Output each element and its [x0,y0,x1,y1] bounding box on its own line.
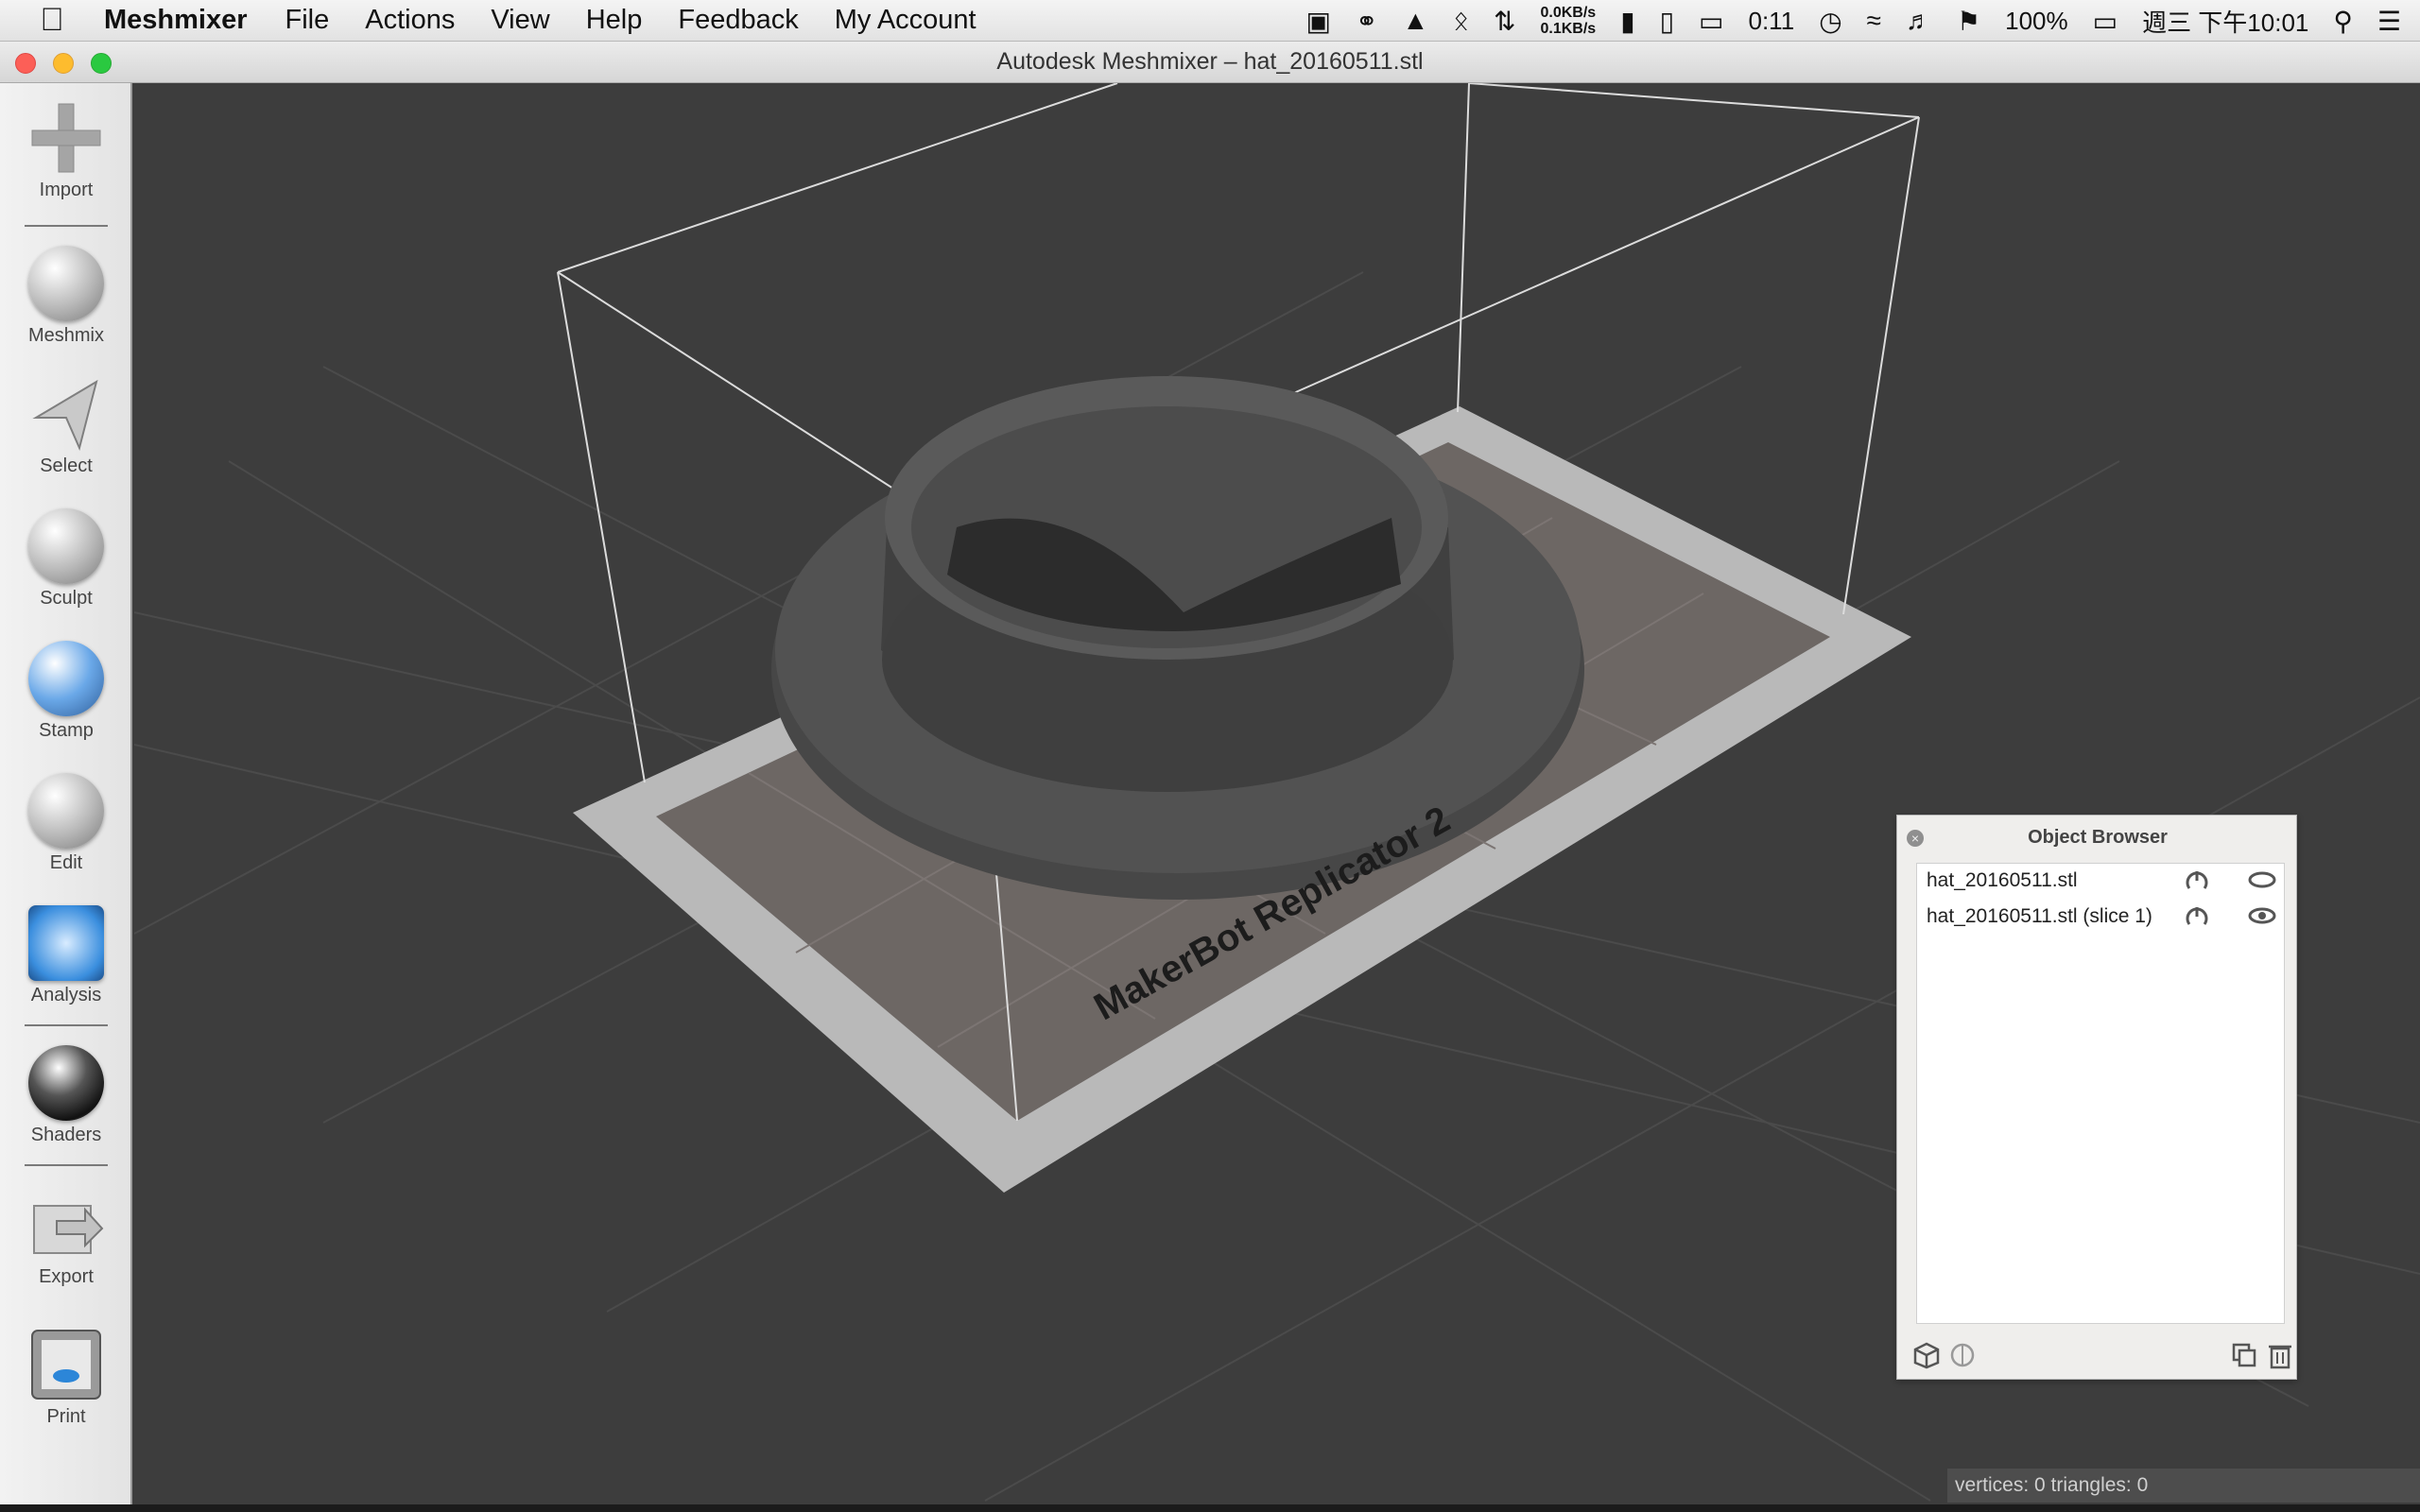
object-name: hat_20160511.stl (slice 1) [1927,905,2152,927]
tool-print[interactable]: Print [0,1327,132,1428]
tool-import-label: Import [39,180,94,200]
menu-my-account[interactable]: My Account [835,5,977,36]
notification-center-icon[interactable]: ☰ [2377,6,2401,37]
tool-sculpt[interactable]: Sculpt [0,508,132,610]
status-area: ▣ ⚭ ▲ ᛟ ⇅ 0.0KB/s 0.1KB/s ▮ ▯ ▭ 0:11 ◷ ≈… [1306,0,2401,42]
menu-actions[interactable]: Actions [365,5,455,36]
pivot-icon[interactable] [1948,1341,1977,1369]
spotlight-search-icon[interactable]: ⚲ [2333,6,2353,37]
object-row[interactable]: hat_20160511.stl (slice 1) [1917,900,2286,934]
timer-text[interactable]: 0:11 [1749,7,1795,36]
window-title: Autodesk Meshmixer – hat_20160511.stl [996,48,1424,75]
tool-print-label: Print [46,1406,86,1427]
select-arrow-icon [32,379,98,452]
magnet-icon[interactable] [2184,903,2210,930]
shaders-sphere-icon [28,1045,104,1121]
visibility-eye-icon[interactable] [2248,905,2276,926]
tool-select[interactable]: Select [0,376,132,477]
menu-file[interactable]: File [285,5,330,36]
mesh-stats: vertices: 0 triangles: 0 [1947,1469,2420,1503]
network-speed[interactable]: 0.0KB/s 0.1KB/s [1540,5,1596,37]
network-icon[interactable]: ⇅ [1494,6,1515,37]
window-minimize-button[interactable] [53,53,74,74]
object-browser-panel: × Object Browser hat_20160511.stl hat_20… [1896,815,2297,1380]
creative-cloud-icon[interactable]: ⚭ [1356,6,1377,37]
tool-select-label: Select [40,455,93,476]
hat-icon[interactable]: ▲ [1402,6,1428,36]
clock[interactable]: 週三 下午10:01 [2142,4,2308,39]
memory-icon[interactable]: ▮ [1620,6,1634,37]
input-flag-icon[interactable]: ⚑ [1957,6,1980,37]
tool-stamp[interactable]: Stamp [0,641,132,742]
tool-import[interactable]: Import [0,100,132,201]
cube-icon[interactable] [1912,1341,1941,1369]
magnet-icon[interactable] [2184,868,2210,894]
tool-stamp-label: Stamp [39,720,94,741]
bluetooth-icon[interactable]: ᛟ [1453,6,1469,36]
battery-percent[interactable]: 100% [2005,7,2068,36]
net-up: 0.1KB/s [1540,21,1597,37]
tool-meshmix[interactable]: Meshmix [0,246,132,347]
edit-mesh-icon [28,773,104,849]
window-close-button[interactable] [15,53,36,74]
object-row[interactable]: hat_20160511.stl [1917,864,2286,898]
window-bottom-edge [0,1504,2420,1512]
tool-edit-label: Edit [49,852,83,873]
jj-icon[interactable]: ▣ [1306,6,1331,37]
menu-feedback[interactable]: Feedback [678,5,798,36]
stamp-icon [28,641,104,716]
window-titlebar: Autodesk Meshmixer – hat_20160511.stl [0,42,2420,83]
tool-shaders-label: Shaders [30,1125,102,1145]
tool-meshmix-label: Meshmix [27,325,104,346]
trash-icon[interactable] [2266,1341,2294,1369]
duplicate-icon[interactable] [2230,1341,2258,1369]
tool-edit[interactable]: Edit [0,773,132,874]
tool-sculpt-label: Sculpt [40,588,93,609]
meshmix-face-icon [28,246,104,321]
battery-timer-icon[interactable]: ▭ [1699,6,1723,37]
menu-help[interactable]: Help [586,5,643,36]
app-menu[interactable]: Meshmixer [104,5,248,36]
net-down: 0.0KB/s [1540,5,1597,21]
import-plus-icon [31,103,101,173]
tool-export-label: Export [39,1266,94,1287]
tool-analysis[interactable]: Analysis [0,905,132,1006]
volume-icon[interactable]: ♬ [1906,6,1932,36]
tool-panel: Import Meshmix Select Sculpt Stamp Edit … [0,83,132,1504]
toolbar-divider [25,1164,108,1166]
object-browser-title: Object Browser [2028,827,2168,848]
tool-export[interactable]: Export [0,1187,132,1288]
tool-analysis-label: Analysis [30,985,102,1005]
toolbar-divider [25,225,108,227]
toolbar-divider [25,1024,108,1026]
sculpt-brush-icon [28,508,104,584]
window-zoom-button[interactable] [91,53,112,74]
apple-icon[interactable]:  [0,2,104,39]
export-icon [33,1205,104,1254]
tool-shaders[interactable]: Shaders [0,1045,132,1146]
menu-view[interactable]: View [491,5,549,36]
disk-icon[interactable]: ▯ [1660,6,1674,37]
battery-icon[interactable]: ▭ [2093,6,2118,37]
visibility-eye-icon[interactable] [2248,869,2276,890]
object-list: hat_20160511.stl hat_20160511.stl (slice… [1916,863,2285,1324]
object-name: hat_20160511.stl [1927,869,2078,891]
analysis-sphere-icon [28,905,104,981]
wifi-icon[interactable]: ≈ [1867,6,1881,36]
menu-bar:  Meshmixer File Actions View Help Feedb… [0,0,2420,42]
printer-icon [31,1330,101,1400]
time-machine-icon[interactable]: ◷ [1819,6,1841,37]
